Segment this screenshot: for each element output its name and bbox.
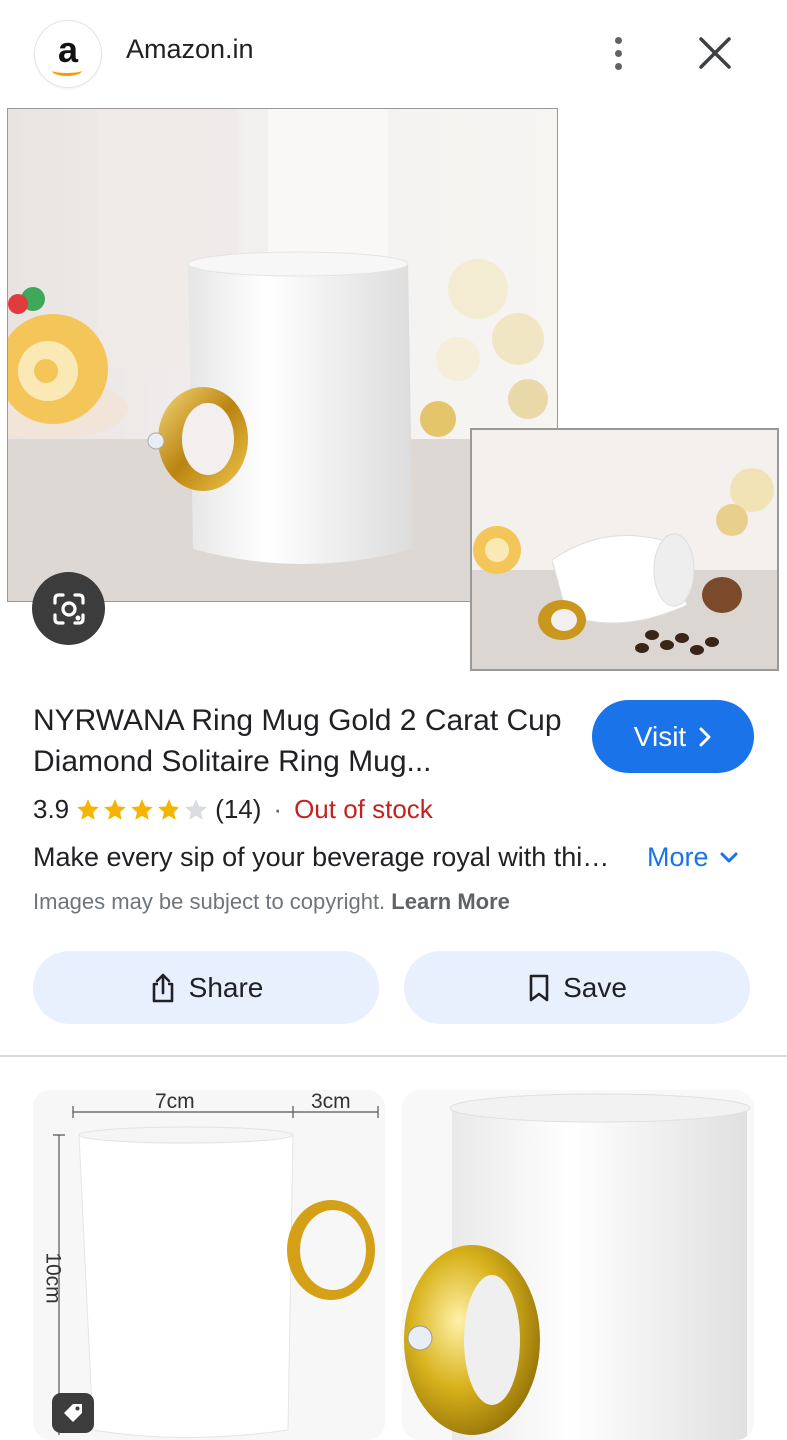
bookmark-icon <box>529 974 549 1001</box>
visit-button[interactable]: Visit <box>592 700 754 773</box>
star-full-icon <box>104 798 126 820</box>
product-description: Make every sip of your beverage royal wi… <box>33 842 610 872</box>
dimension-height: 10cm <box>41 1252 65 1304</box>
star-partial-icon <box>158 798 180 820</box>
more-vert-icon[interactable] <box>600 28 636 78</box>
copyright-text: Images may be subject to copyright. <box>33 889 386 914</box>
site-favicon: a <box>34 20 102 88</box>
rating-row: 3.9 (14) · Out of stock <box>33 794 433 825</box>
copyright-notice: Images may be subject to copyright. Lear… <box>33 889 510 915</box>
star-full-icon <box>131 798 153 820</box>
share-button[interactable]: Share <box>33 951 379 1024</box>
chevron-right-icon <box>699 727 711 746</box>
save-label: Save <box>563 971 627 1003</box>
related-image-dimensions[interactable]: 7cm 3cm 10cm <box>33 1090 385 1440</box>
star-rating <box>75 797 209 823</box>
separator-dot: · <box>273 794 283 824</box>
chevron-down-icon <box>720 852 738 862</box>
share-icon <box>152 973 173 1002</box>
more-button[interactable]: More <box>647 842 739 873</box>
visit-label: Visit <box>633 720 687 752</box>
google-lens-icon[interactable] <box>32 572 105 645</box>
star-full-icon <box>77 798 99 820</box>
more-label: More <box>647 842 709 872</box>
dimension-width: 7cm <box>155 1090 195 1113</box>
price-tag-icon[interactable] <box>52 1393 94 1433</box>
close-icon[interactable] <box>692 30 738 76</box>
dimension-handle: 3cm <box>311 1090 351 1113</box>
description-row: Make every sip of your beverage royal wi… <box>33 842 739 873</box>
share-label: Share <box>188 971 264 1003</box>
divider <box>0 1055 787 1057</box>
site-name[interactable]: Amazon.in <box>126 34 254 65</box>
star-empty-icon <box>185 798 207 820</box>
product-title[interactable]: NYRWANA Ring Mug Gold 2 Carat Cup Diamon… <box>33 700 563 782</box>
save-button[interactable]: Save <box>404 951 750 1024</box>
learn-more-link[interactable]: Learn More <box>391 889 510 914</box>
stock-status: Out of stock <box>294 794 433 824</box>
review-count[interactable]: (14) <box>215 794 261 825</box>
rating-value: 3.9 <box>33 794 70 824</box>
amazon-smile-icon <box>52 65 82 76</box>
related-image-closeup[interactable] <box>402 1090 754 1440</box>
product-thumbnail-image[interactable] <box>470 428 779 671</box>
